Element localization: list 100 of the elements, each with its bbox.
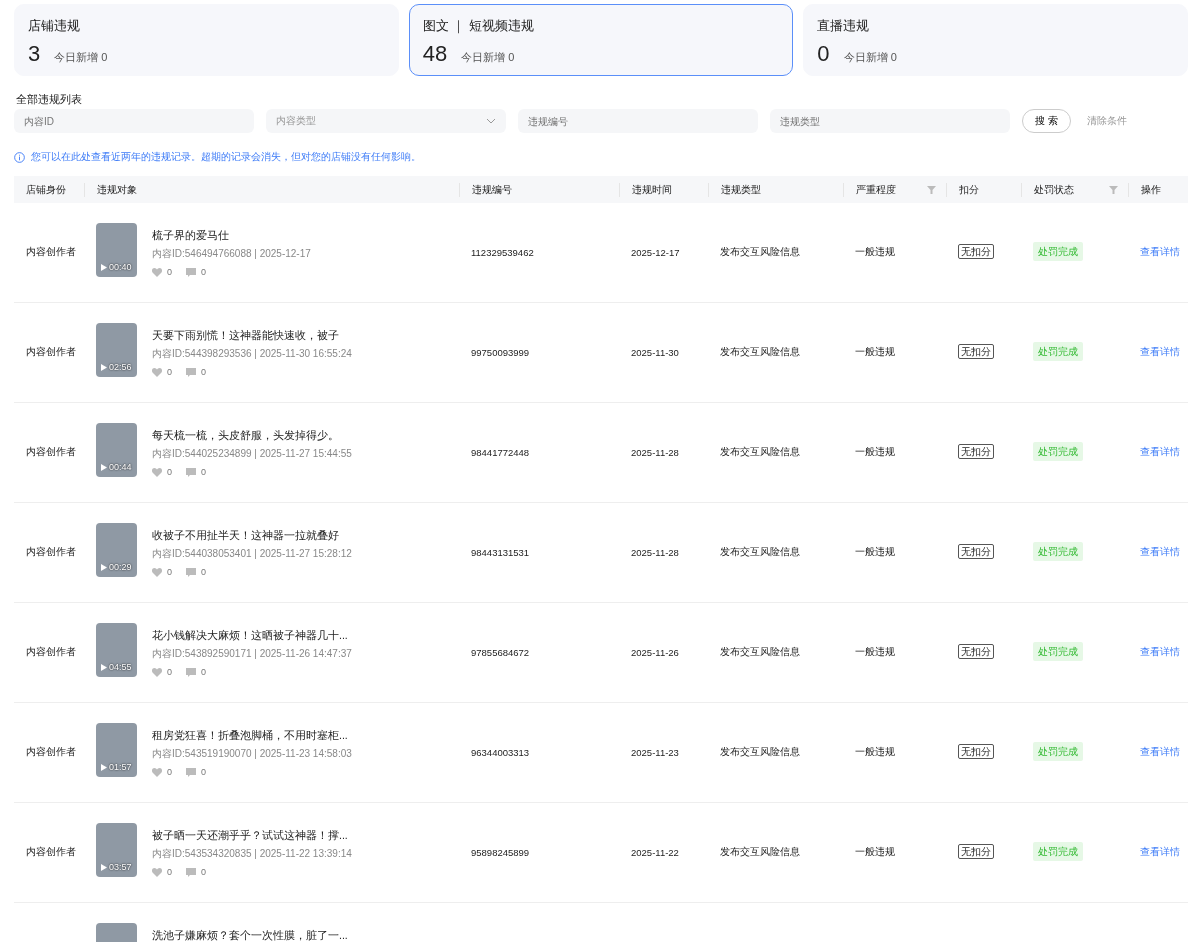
summary-card[interactable]: 图文 ｜ 短视频违规 48 今日新增 0 — [408, 4, 794, 76]
table-cell: 一般违规 — [855, 646, 895, 657]
summary-card[interactable]: 店铺违规 3 今日新增 0 — [14, 4, 399, 76]
like-count: 0 — [167, 667, 172, 677]
table-cell: 一般违规 — [855, 346, 895, 357]
summary-card[interactable]: 直播违规 0 今日新增 0 — [803, 4, 1188, 76]
list-title: 全部违规列表 — [16, 92, 83, 107]
table-cell: 内容创作者 — [26, 346, 76, 357]
content-title: 收被子不用扯半天！这神器一拉就叠好 — [152, 529, 340, 543]
table-cell: 一般违规 — [855, 746, 895, 757]
card-count: 0 — [817, 41, 830, 67]
content-meta: 内容ID:544025234899 | 2025-11-27 15:44:55 — [152, 447, 352, 461]
column-header: 严重程度 — [856, 182, 896, 197]
video-thumbnail[interactable]: 00:40 — [96, 223, 137, 277]
like-count: 0 — [167, 867, 172, 877]
view-details-link[interactable]: 查看详情 — [1140, 846, 1180, 857]
comment-icon — [186, 467, 196, 477]
content-title: 租房党狂喜！折叠泡脚桶，不用时塞柜... — [152, 729, 349, 743]
table-cell: 99750093999 — [471, 347, 530, 358]
video-duration: 00:29 — [109, 562, 132, 572]
comment-count: 0 — [201, 867, 207, 877]
video-thumbnail[interactable]: 02:56 — [96, 323, 137, 377]
comment-count: 0 — [201, 567, 207, 577]
video-thumbnail[interactable]: 00:44 — [96, 423, 137, 477]
comment-count: 0 — [201, 667, 207, 677]
video-duration: 00:40 — [109, 262, 132, 272]
view-details-link[interactable]: 查看详情 — [1140, 246, 1180, 257]
table-cell: 112329539462 — [471, 247, 534, 258]
clear-filters-link[interactable]: 清除条件 — [1086, 114, 1127, 128]
column-header: 违规编号 — [472, 182, 512, 197]
heart-icon — [152, 867, 162, 877]
card-today-count: 今日新增 0 — [54, 50, 108, 65]
table-cell: 2025-11-26 — [631, 647, 679, 658]
filter-input[interactable]: 违规类型 — [770, 109, 1010, 133]
content-meta: 内容ID:543519190070 | 2025-11-23 14:58:03 — [152, 747, 352, 761]
view-details-link[interactable]: 查看详情 — [1140, 446, 1180, 457]
play-icon — [101, 663, 107, 671]
play-icon — [101, 863, 107, 871]
comment-icon — [186, 867, 196, 877]
heart-icon — [152, 367, 162, 377]
comment-count: 0 — [201, 467, 207, 477]
video-thumbnail[interactable]: 03:57 — [96, 823, 137, 877]
status-tag: 处罚完成 — [1033, 842, 1083, 861]
heart-icon — [152, 267, 162, 277]
view-details-link[interactable]: 查看详情 — [1140, 746, 1180, 757]
heart-icon — [152, 767, 162, 777]
view-details-link[interactable]: 查看详情 — [1140, 646, 1180, 657]
table-cell: 一般违规 — [855, 446, 895, 457]
points-tag: 无扣分 — [958, 744, 994, 759]
table-cell: 内容创作者 — [26, 546, 76, 557]
video-duration: 01:57 — [109, 762, 132, 772]
points-tag: 无扣分 — [958, 844, 994, 859]
table-cell: 内容创作者 — [26, 746, 76, 757]
video-thumbnail[interactable]: 04:55 — [96, 623, 137, 677]
comment-count: 0 — [201, 767, 207, 777]
content-meta: 内容ID:544038053401 | 2025-11-27 15:28:12 — [152, 547, 352, 561]
filter-icon[interactable] — [927, 185, 936, 194]
comment-icon — [186, 567, 196, 577]
heart-icon — [152, 467, 162, 477]
table-cell: 一般违规 — [855, 846, 895, 857]
card-count: 3 — [28, 41, 41, 67]
points-tag: 无扣分 — [958, 644, 994, 659]
like-count: 0 — [167, 767, 172, 777]
view-details-link[interactable]: 查看详情 — [1140, 546, 1180, 557]
status-tag: 处罚完成 — [1033, 342, 1083, 361]
column-header: 违规类型 — [721, 182, 761, 197]
content-meta: 内容ID:543892590171 | 2025-11-26 14:47:37 — [152, 647, 352, 661]
content-title: 洗池子嫌麻烦？套个一次性膜，脏了一... — [152, 929, 348, 942]
like-count: 0 — [167, 267, 172, 277]
table-cell: 发布交互风险信息 — [720, 246, 800, 257]
table-cell: 2025-12-17 — [631, 247, 680, 258]
view-details-link[interactable]: 查看详情 — [1140, 346, 1180, 357]
content-meta: 内容ID:544398293536 | 2025-11-30 16:55:24 — [152, 347, 352, 361]
points-tag: 无扣分 — [958, 544, 994, 559]
status-tag: 处罚完成 — [1033, 242, 1083, 261]
table-cell: 内容创作者 — [26, 246, 76, 257]
video-thumbnail[interactable]: 00:29 — [96, 523, 137, 577]
search-button[interactable]: 搜 索 — [1022, 109, 1071, 133]
table-cell: 内容创作者 — [26, 646, 76, 657]
column-header: 店铺身份 — [26, 182, 66, 197]
content-title: 花小钱解决大麻烦！这晒被子神器几十... — [152, 629, 349, 643]
table-cell: 发布交互风险信息 — [720, 346, 800, 357]
status-tag: 处罚完成 — [1033, 542, 1083, 561]
filter-icon[interactable] — [1109, 185, 1118, 194]
content-type-select[interactable]: 内容类型 — [266, 109, 506, 133]
video-duration: 00:44 — [109, 462, 132, 472]
content-meta: 内容ID:546494766088 | 2025-12-17 — [152, 247, 311, 261]
status-tag: 处罚完成 — [1033, 442, 1083, 461]
card-today-count: 今日新增 0 — [461, 50, 515, 65]
table-cell: 2025-11-30 — [631, 347, 679, 358]
comment-count: 0 — [201, 367, 207, 377]
filter-input[interactable]: 违规编号 — [518, 109, 758, 133]
column-header: 违规对象 — [97, 182, 137, 197]
filter-input[interactable]: 内容ID — [14, 109, 254, 133]
table-cell: 发布交互风险信息 — [720, 446, 800, 457]
comment-icon — [186, 667, 196, 677]
video-thumbnail[interactable]: 01:57 — [96, 723, 137, 777]
comment-icon — [186, 367, 196, 377]
play-icon — [101, 763, 107, 771]
points-tag: 无扣分 — [958, 244, 994, 259]
